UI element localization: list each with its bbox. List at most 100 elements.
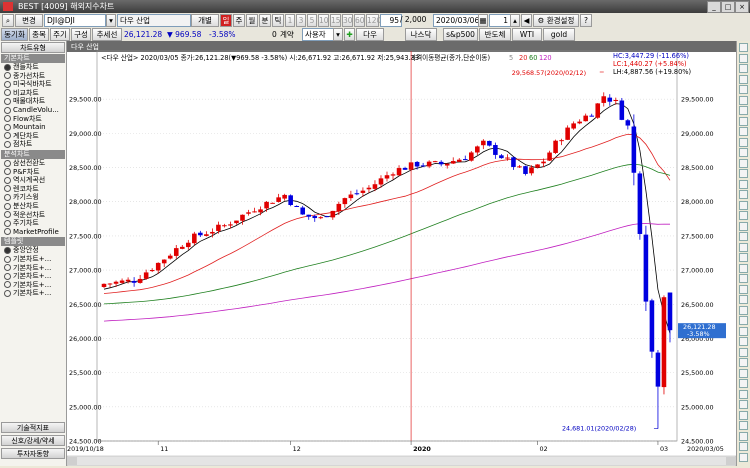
symbol-search-icon[interactable]: ⌕ — [2, 14, 14, 27]
drawing-tool-icon[interactable] — [739, 221, 748, 231]
radio-icon[interactable] — [4, 123, 11, 131]
drawing-tool-icon[interactable] — [739, 253, 748, 262]
radio-icon[interactable] — [4, 193, 11, 201]
drawing-tool-icon[interactable] — [739, 326, 748, 336]
drawing-tool-icon[interactable] — [739, 410, 748, 420]
drawing-tool-icon[interactable] — [739, 148, 748, 157]
drawing-tool-icon[interactable] — [739, 64, 748, 73]
index-sp500[interactable]: s&p500 — [443, 28, 478, 41]
drawing-tool-icon[interactable] — [739, 400, 748, 409]
drawing-tool-icon[interactable] — [739, 158, 748, 168]
candlestick-chart-svg[interactable]: 다우 산업<다우 산업> 2020/03/05 종가:26,121.28(▼96… — [66, 41, 737, 467]
symbol-dropdown-icon[interactable]: ▾ — [106, 14, 116, 27]
interval-1[interactable]: 1 — [285, 14, 295, 27]
scroll-right-icon[interactable] — [726, 457, 736, 465]
period-week[interactable]: 주 — [233, 14, 245, 27]
index-gold[interactable]: gold — [543, 28, 575, 41]
individual-button[interactable]: 개별 — [191, 14, 219, 27]
radio-icon[interactable] — [4, 264, 11, 272]
period-button[interactable]: 주기 — [50, 28, 70, 41]
drawing-tool-icon[interactable] — [739, 95, 748, 105]
index-wti[interactable]: WTI — [512, 28, 542, 41]
settings-button[interactable]: ⚙ 환경설정 — [533, 14, 579, 27]
radio-icon[interactable] — [4, 89, 11, 97]
interval-120[interactable]: 120 — [366, 14, 381, 27]
drawing-tool-icon[interactable] — [739, 274, 748, 283]
drawing-tool-icon[interactable] — [739, 389, 748, 399]
date-input[interactable]: 2020/03/06 — [433, 14, 479, 27]
drawing-tool-icon[interactable] — [739, 242, 748, 252]
close-icon[interactable]: × — [735, 1, 749, 13]
drawing-tool-icon[interactable] — [739, 232, 748, 241]
sync-button[interactable]: 동기화 — [1, 28, 28, 41]
drawing-tool-icon[interactable] — [739, 263, 748, 273]
drawing-tool-icon[interactable] — [739, 116, 748, 126]
radio-icon[interactable] — [4, 115, 11, 123]
sidebar-group-0[interactable]: 기본차트 — [1, 54, 65, 63]
index-nasdaq[interactable]: 나스닥 — [405, 28, 437, 41]
sidebar-item[interactable]: MarketProfile — [4, 228, 59, 237]
index-dow[interactable]: 다우 — [356, 28, 384, 41]
drawing-tool-icon[interactable] — [739, 137, 748, 147]
interval-15[interactable]: 15 — [330, 14, 341, 27]
radio-icon[interactable] — [4, 185, 11, 193]
radio-icon[interactable] — [4, 255, 11, 263]
user-dropdown-icon[interactable]: ▾ — [333, 28, 343, 41]
drawing-tool-icon[interactable] — [739, 442, 748, 451]
period-minute[interactable]: 분 — [259, 14, 271, 27]
sidebar-item[interactable]: 점차트 — [4, 140, 32, 149]
drawing-tool-icon[interactable] — [739, 431, 748, 441]
drawing-tool-icon[interactable] — [739, 190, 748, 199]
radio-icon[interactable] — [4, 211, 11, 219]
radio-icon[interactable] — [4, 159, 11, 167]
sidebar-bottom-button-0[interactable]: 기술적지표 — [1, 422, 65, 433]
radio-icon[interactable] — [4, 80, 11, 88]
drawing-tool-icon[interactable] — [739, 106, 748, 115]
sidebar-group-1[interactable]: 분석차트 — [1, 150, 65, 159]
drawing-tool-icon[interactable] — [739, 179, 748, 189]
radio-icon[interactable] — [4, 63, 11, 71]
symbol-input[interactable]: DJI@DJI — [44, 14, 106, 27]
scroll-left-icon[interactable] — [67, 457, 77, 465]
radio-icon[interactable] — [4, 272, 11, 280]
radio-icon[interactable] — [4, 140, 11, 148]
index-semiconductor[interactable]: 반도체 — [479, 28, 511, 41]
price-chart[interactable]: 다우 산업 <다우 산업> 2020/03/05 종가:26,121.28(▼96… — [66, 41, 737, 467]
help-icon[interactable]: ? — [580, 14, 592, 27]
radio-icon[interactable] — [4, 219, 11, 227]
stock-button[interactable]: 종목 — [29, 28, 49, 41]
drawing-tool-icon[interactable] — [739, 368, 748, 378]
prev-icon[interactable]: ◀ — [521, 14, 532, 27]
step-stepper-icon[interactable]: ▴ — [510, 14, 520, 27]
drawing-tool-icon[interactable] — [739, 316, 748, 325]
radio-icon[interactable] — [4, 202, 11, 210]
radio-icon[interactable] — [4, 289, 11, 297]
sidebar-bottom-button-1[interactable]: 신호/강세/약세 — [1, 435, 65, 446]
drawing-tool-icon[interactable] — [739, 53, 748, 63]
sidebar-item[interactable]: 기본차트+... — [4, 289, 51, 298]
daily-button[interactable]: 일 — [220, 14, 232, 27]
sidebar-bottom-button-2[interactable]: 투자자동향 — [1, 448, 65, 459]
interval-5[interactable]: 5 — [307, 14, 317, 27]
period-month[interactable]: 월 — [246, 14, 258, 27]
count-input[interactable]: 95 — [380, 14, 402, 27]
radio-icon[interactable] — [4, 228, 11, 236]
drawing-tool-icon[interactable] — [739, 358, 748, 367]
radio-icon[interactable] — [4, 168, 11, 176]
radio-icon[interactable] — [4, 72, 11, 80]
calendar-icon[interactable]: ▦ — [478, 14, 488, 27]
interval-3[interactable]: 3 — [296, 14, 306, 27]
radio-icon[interactable] — [4, 281, 11, 289]
radio-icon[interactable] — [4, 246, 11, 254]
maximize-icon[interactable]: □ — [721, 1, 735, 13]
radio-icon[interactable] — [4, 132, 11, 140]
trendline-button[interactable]: 추세선 — [92, 28, 122, 41]
period-tick[interactable]: 틱 — [272, 14, 284, 27]
user-select[interactable]: 사용자 — [302, 28, 334, 41]
drawing-tool-icon[interactable] — [739, 200, 748, 210]
radio-icon[interactable] — [4, 106, 11, 114]
drawing-tool-icon[interactable] — [739, 379, 748, 388]
drawing-tool-icon[interactable] — [739, 211, 748, 220]
drawing-tool-icon[interactable] — [739, 295, 748, 304]
drawing-tool-icon[interactable] — [739, 347, 748, 357]
